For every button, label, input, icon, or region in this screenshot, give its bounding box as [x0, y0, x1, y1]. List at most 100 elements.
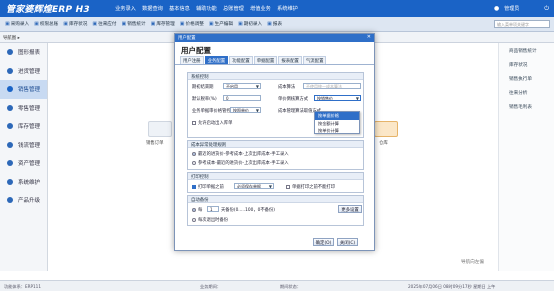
tool-purchase-entry[interactable]: ▣ 采购录入 [5, 21, 29, 27]
nav-tab[interactable]: 导航图 ▸ [3, 35, 20, 41]
sidebar-item-purchase[interactable]: 进货管理 [0, 62, 47, 81]
sidebar-item-assets[interactable]: 资产管理 [0, 154, 47, 173]
sidebar-item-cashflow[interactable]: 钱流管理 [0, 136, 47, 155]
purchase-icon: ▣ [5, 21, 10, 27]
menu-search-input[interactable]: 输入菜单项关键字 [494, 20, 550, 28]
top-menu-bar: 管家婆辉煌ERP H3 业务录入 数据查询 基本信息 辅助功能 总账管理 增值业… [0, 0, 554, 17]
opening-period-label: 期初结束期 [192, 85, 214, 90]
checkbox-icon [192, 120, 196, 125]
cost-rule-radio-1[interactable]: 最近的进货价-参考成本-上次出库成本-手工录入 [192, 151, 289, 157]
sales-icon [7, 86, 13, 93]
tax-rate-label: 默认税率(%) [192, 97, 217, 102]
purchase-icon [7, 67, 13, 74]
menu-ledger[interactable]: 总账管理 [220, 5, 247, 12]
backup-on-exit-radio[interactable]: 每次退出时备份 [192, 217, 228, 223]
user-name[interactable]: 管理员 [504, 5, 519, 12]
tool-inventory[interactable]: ▣ 库存管理 [151, 21, 175, 27]
opening-icon: ▣ [238, 21, 243, 27]
tool-ledger[interactable]: ▣ 权限总账 [34, 21, 58, 27]
chevron-down-icon: ▼ [268, 184, 272, 189]
tool-price-adjust[interactable]: ▣ 价格调整 [180, 21, 204, 27]
right-link-sales-exec[interactable]: 销售执行单 [499, 71, 554, 85]
right-link-analysis[interactable]: 往来分析 [499, 85, 554, 99]
ledger-icon: ▣ [34, 21, 39, 27]
opening-period-select[interactable]: 不启用 ▼ [223, 83, 261, 89]
sidebar-item-inventory[interactable]: 库存管理 [0, 117, 47, 136]
tab-business-config[interactable]: 业务配置 [204, 56, 229, 64]
price-icon: ▣ [179, 21, 185, 27]
radio-icon [192, 207, 196, 212]
menu-value-added[interactable]: 增值业务 [247, 5, 274, 12]
menu-system[interactable]: 系统维护 [274, 5, 301, 12]
stock-icon: ▣ [63, 21, 68, 27]
tool-sales-stats[interactable]: ▣ 销售统计 [122, 21, 146, 27]
allow-io-checkbox[interactable]: 允许启动出入库单 [192, 120, 232, 126]
close-icon[interactable]: ✕ [367, 34, 371, 40]
dropdown-option[interactable]: 按单据价格 [315, 112, 359, 120]
menu-data-query[interactable]: 数据查询 [139, 5, 166, 12]
dropdown-option[interactable]: 按单价计算 [315, 127, 359, 135]
dropdown-option[interactable]: 按金额计算 [315, 120, 359, 128]
sidebar-item-sales[interactable]: 销售管理 [0, 80, 47, 99]
menu-aux-functions[interactable]: 辅助功能 [193, 5, 220, 12]
sidebar: 图形报表 进货管理 销售管理 零售管理 库存管理 钱流管理 资产管理 系统维护 … [0, 43, 48, 271]
price-control-select[interactable]: 按照单价 ▼ [230, 107, 261, 113]
tax-rate-input[interactable]: 0 [223, 95, 261, 101]
sales-order-icon[interactable] [148, 121, 172, 137]
payables-icon: ▣ [92, 21, 98, 27]
tab-bill-config[interactable]: 单据配置 [253, 56, 278, 64]
price-calc-select[interactable]: 按销售价 ▼ [314, 95, 361, 101]
sidebar-item-retail[interactable]: 零售管理 [0, 99, 47, 118]
sidebar-item-upgrade[interactable]: 产品升级 [0, 191, 47, 210]
tab-function-config[interactable]: 功能配置 [229, 56, 253, 64]
chevron-down-icon: ▼ [355, 96, 359, 101]
cost-rule-radio-2[interactable]: 参考成本-最近的进货价-上次出库成本-手工录入 [192, 160, 289, 166]
sidebar-item-graph-reports[interactable]: 图形报表 [0, 43, 47, 62]
toolbar: ▣ 采购录入 ▣ 权限总账 ▣ 库存状况 ▣ 往来应付 ▣ 销售统计 ▣ 库存管理 ▣ 价格调… [0, 17, 554, 32]
menu-business-entry[interactable]: 业务录入 [112, 5, 139, 12]
tab-user-register[interactable]: 用户注册 [180, 56, 204, 64]
cost-algorithm-field[interactable]: 不使用统一成本算法 [303, 83, 361, 89]
power-icon[interactable]: ⏻ [544, 5, 549, 13]
inventory-icon [7, 123, 13, 130]
backup-days-radio[interactable]: 每 [192, 207, 202, 213]
checkbox-icon [286, 184, 290, 189]
tool-payables[interactable]: ▣ 往来应付 [92, 21, 116, 27]
section-title: 自动备份 [188, 196, 363, 203]
main-menus: 业务录入 数据查询 基本信息 辅助功能 总账管理 增值业务 系统维护 [112, 5, 301, 12]
menu-basic-info[interactable]: 基本信息 [166, 5, 193, 12]
no-print-checkbox[interactable]: 单据打印之前不能打印 [286, 184, 335, 190]
print-control-section: 打印控制 打印单据之前 必须保存单据 ▼ 单据打印之前不能打印 [187, 172, 364, 193]
tool-stock-status[interactable]: ▣ 库存状况 [63, 21, 87, 27]
tab-report-config[interactable]: 报表配置 [278, 56, 302, 64]
dialog-heading: 用户配置 [181, 46, 211, 55]
cost-algorithm-label: 成本算法 [278, 85, 296, 90]
radio-icon [192, 160, 196, 165]
production-icon: ▣ [208, 21, 214, 27]
app-brand: 管家婆辉煌ERP H3 [6, 5, 90, 15]
user-icon[interactable]: ● [494, 5, 499, 12]
warehouse-icon[interactable] [374, 121, 398, 137]
cash-icon [7, 141, 13, 148]
radio-icon [192, 217, 196, 222]
tool-production[interactable]: ▣ 生产编辑 [209, 21, 233, 27]
nav-helper-text[interactable]: 导航向左偏 [461, 259, 484, 265]
close-button[interactable]: 关闭(C) [337, 238, 358, 246]
right-link-stock-status[interactable]: 库存状况 [499, 57, 554, 71]
print-rule-select[interactable]: 必须保存单据 ▼ [234, 183, 274, 189]
ok-button[interactable]: 确定(O) [313, 238, 334, 246]
sidebar-item-system[interactable]: 系统维护 [0, 173, 47, 192]
right-link-gross-profit[interactable]: 销售毛利表 [499, 99, 554, 113]
tool-reports[interactable]: ▣ 报表 [267, 21, 282, 27]
backup-days-input[interactable]: 1 [207, 206, 219, 212]
warehouse-label: 仓库 [379, 141, 388, 146]
more-settings-button[interactable]: 更多设置 [338, 205, 362, 213]
status-datetime: 2025年07月06日 08时09分17秒 星期日 上午 [408, 284, 496, 289]
tab-flow-config[interactable]: 气流配置 [302, 56, 327, 64]
inventory-icon: ▣ [150, 21, 156, 27]
print-before-checkbox[interactable]: 打印单据之前 [192, 184, 224, 190]
tool-opening-entry[interactable]: ▣ 期初录入 [238, 21, 262, 27]
radio-icon [192, 151, 196, 156]
status-bar: 功能体系：ERP111 业务期间： 期间状态： 2025年07月06日 08时0… [0, 280, 554, 291]
right-link-sales-stats[interactable]: 商品销售统计 [499, 43, 554, 57]
